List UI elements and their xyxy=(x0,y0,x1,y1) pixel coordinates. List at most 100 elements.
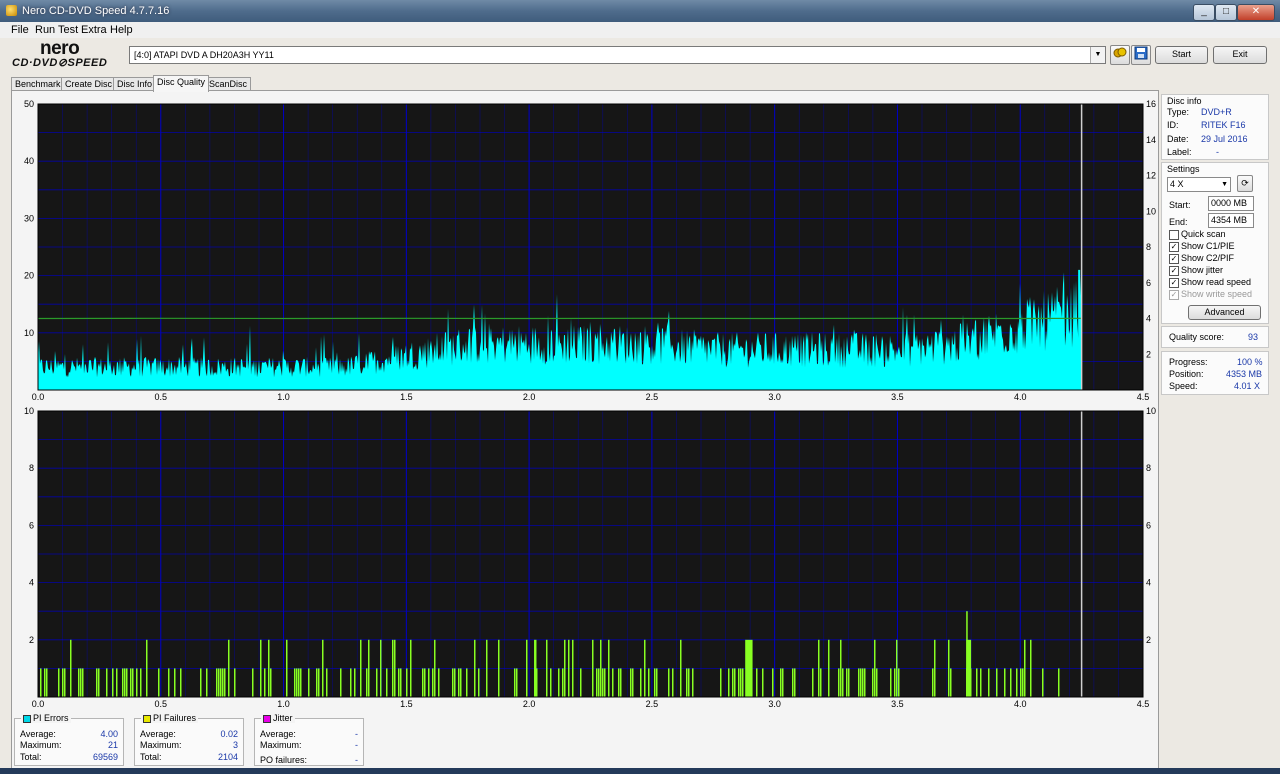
pi-failures-bar xyxy=(452,668,454,697)
jitter-box: Jitter Average: - Maximum: - PO failures… xyxy=(254,713,364,766)
start-label: Start: xyxy=(1169,200,1191,210)
pi-failures-bar xyxy=(406,668,408,697)
refresh-icon[interactable]: ⟳ xyxy=(1237,175,1253,192)
pi-failures-bar xyxy=(756,668,758,697)
option-checkbox-show-c2-pif[interactable]: ✓ xyxy=(1169,254,1179,264)
pi-failures-bar xyxy=(478,668,480,697)
y-right-tick-label: 8 xyxy=(1146,242,1151,252)
start-button[interactable]: Start xyxy=(1155,46,1208,64)
pi-failures-bar xyxy=(740,668,742,697)
pi-errors-title: PI Errors xyxy=(33,713,69,723)
end-input[interactable]: 4354 MB xyxy=(1208,213,1254,228)
y-right-tick-label: 2 xyxy=(1146,349,1151,359)
speed-select[interactable]: 4 X ▼ xyxy=(1167,177,1231,192)
start-input[interactable]: 0000 MB xyxy=(1208,196,1254,211)
minimize-button[interactable]: _ xyxy=(1193,4,1215,21)
speed-select-value: 4 X xyxy=(1170,179,1184,189)
pi-failures-bar xyxy=(40,668,42,697)
pi-failures-bar xyxy=(432,668,434,697)
pi-failures-bar xyxy=(812,668,814,697)
pi-failures-bar xyxy=(300,668,302,697)
charts-area: 0.0 0.5 1.0 1.5 2.0 2.5 3.0 3.5 4.0 4.5 10 20 30 40 50… xyxy=(24,99,1156,709)
pi-failures-bar xyxy=(96,668,98,697)
option-label: Show write speed xyxy=(1181,289,1253,299)
pi-failures-bar xyxy=(976,668,978,697)
y-right-tick-label: 10 xyxy=(1146,406,1156,416)
pi-failures-bar xyxy=(568,639,570,697)
pi-failures-bar xyxy=(734,668,736,697)
pi-failures-bar xyxy=(980,668,982,697)
pi-failures-bar xyxy=(686,668,688,697)
jitter-title: Jitter xyxy=(273,713,293,723)
y-left-tick-label: 50 xyxy=(24,99,34,109)
pi-failures-bar xyxy=(146,639,148,697)
x-tick-label: 4.0 xyxy=(1014,392,1027,402)
x-tick-label: 2.5 xyxy=(646,699,659,709)
pi-failures-bar xyxy=(950,668,952,697)
option-checkbox-show-c1-pie[interactable]: ✓ xyxy=(1169,242,1179,252)
pi-errors-header: PI Errors xyxy=(21,713,71,723)
option-checkbox-quick-scan[interactable] xyxy=(1169,230,1179,240)
pi-failures-bar xyxy=(174,668,176,697)
pi-failures-bar xyxy=(136,668,138,697)
pi-failures-bar xyxy=(206,668,208,697)
option-checkbox-show-read-speed[interactable]: ✓ xyxy=(1169,278,1179,288)
speed-value: 4.01 X xyxy=(1234,381,1261,391)
pi-failures-bar xyxy=(630,668,632,697)
pi-failures-bar xyxy=(62,668,64,697)
pi-failures-bar xyxy=(434,639,436,697)
pi-failures-bar xyxy=(792,668,794,697)
pi-failures-bar xyxy=(58,668,60,697)
pi-failures-bar xyxy=(326,668,328,697)
maximize-button[interactable]: □ xyxy=(1215,4,1237,21)
pi-failures-bar xyxy=(1024,639,1026,697)
pi-failures-bar xyxy=(318,668,320,697)
exit-button[interactable]: Exit xyxy=(1213,46,1267,64)
progress-label: Progress: xyxy=(1169,357,1208,367)
disc-id-value: RITEK F16 xyxy=(1201,120,1246,130)
pi-failures-bar xyxy=(368,639,370,697)
y-right-tick-label: 12 xyxy=(1146,171,1156,181)
y-left-tick-label: 8 xyxy=(29,463,34,473)
advanced-button[interactable]: Advanced xyxy=(1188,305,1261,320)
x-tick-label: 2.5 xyxy=(646,392,659,402)
pi-failures-bar xyxy=(562,668,564,697)
pi-failures-bar xyxy=(894,668,896,697)
x-tick-label: 1.0 xyxy=(277,699,290,709)
position-label: Position: xyxy=(1169,369,1204,379)
pi-failures-bar xyxy=(252,668,254,697)
pi-failures-box: PI Failures Average: 0.02 Maximum: 3 Tot… xyxy=(134,713,244,766)
pi-failures-bar xyxy=(354,668,356,697)
option-checkbox-show-jitter[interactable]: ✓ xyxy=(1169,266,1179,276)
pi-failures-bar xyxy=(46,668,48,697)
pi-failures-swatch xyxy=(143,714,151,723)
pi-failures-bar xyxy=(70,639,72,697)
pi-failures-bar xyxy=(82,668,84,697)
pi-failures-bar xyxy=(860,668,862,697)
jitter-max-value: - xyxy=(355,740,358,750)
position-value: 4353 MB xyxy=(1226,369,1263,379)
pi-errors-box: PI Errors Average: 4.00 Maximum: 21 Tota… xyxy=(14,713,124,766)
pi-failures-bar xyxy=(890,668,892,697)
pi-failures-bar xyxy=(168,668,170,697)
pi-failures-bar xyxy=(688,668,690,697)
pi-failures-bar xyxy=(286,639,288,697)
pi-errors-avg-label: Average: xyxy=(20,729,56,739)
settings-title: Settings xyxy=(1167,164,1200,174)
pi-failures-bar xyxy=(654,668,656,697)
pi-failures-bar xyxy=(1016,668,1018,697)
pi-failures-bar xyxy=(818,639,820,697)
x-tick-label: 0.5 xyxy=(155,392,168,402)
pi-failures-bar xyxy=(604,668,606,697)
close-button[interactable]: ✕ xyxy=(1237,4,1275,21)
pi-failures-bar xyxy=(116,668,118,697)
pi-failures-bar xyxy=(234,668,236,697)
pi-failures-bar xyxy=(602,668,604,697)
y-right-tick-label: 6 xyxy=(1146,520,1151,530)
tab-disc-quality[interactable]: Disc Quality xyxy=(153,75,210,92)
pi-failures-max-label: Maximum: xyxy=(140,740,182,750)
pi-failures-bar xyxy=(762,668,764,697)
pi-failures-bar xyxy=(474,639,476,697)
pi-failures-bar xyxy=(422,668,424,697)
pi-failures-bar xyxy=(458,668,460,697)
